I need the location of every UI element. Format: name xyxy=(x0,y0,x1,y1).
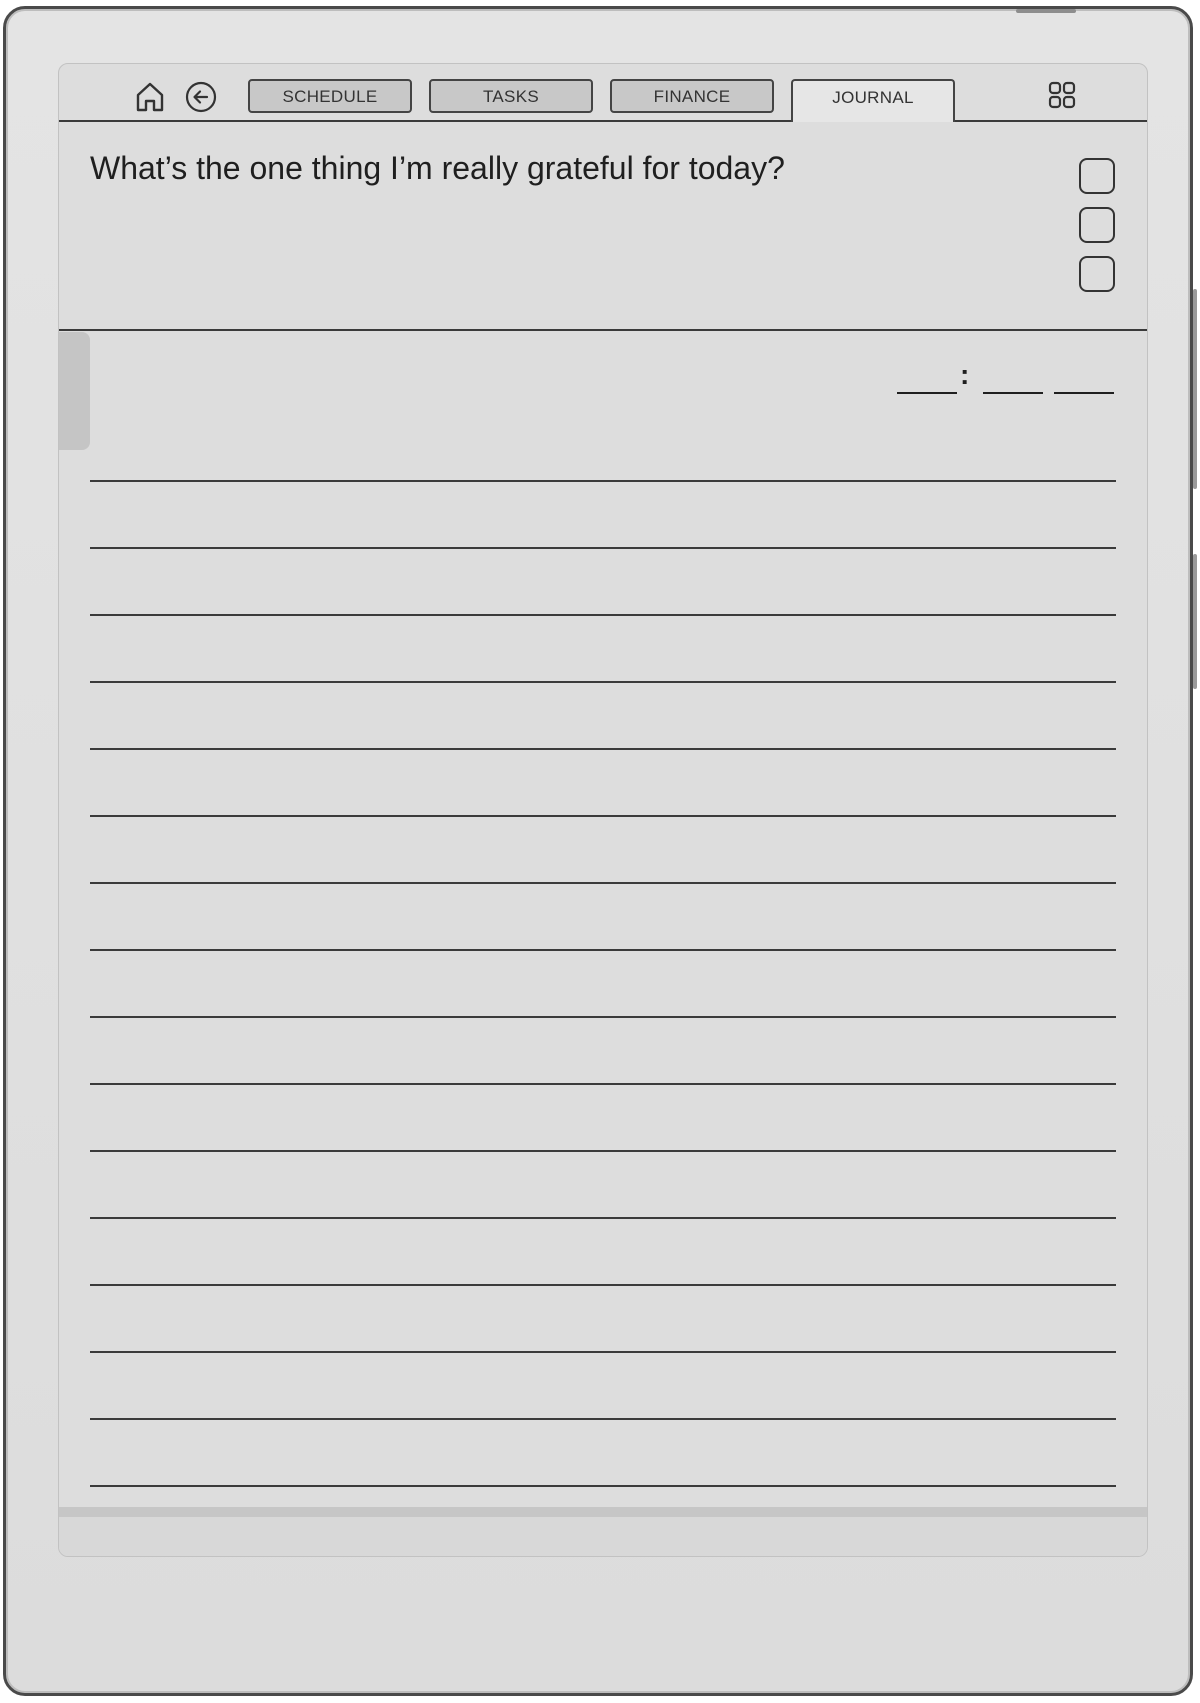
ruled-line xyxy=(90,681,1116,683)
ruled-line xyxy=(90,547,1116,549)
section-divider xyxy=(59,329,1147,331)
bottom-bar xyxy=(59,1507,1147,1556)
tab-finance[interactable]: FINANCE xyxy=(610,79,774,113)
journal-prompt: What’s the one thing I’m really grateful… xyxy=(90,150,785,186)
ruled-line xyxy=(90,1016,1116,1018)
back-arrow-circle-icon[interactable] xyxy=(184,80,218,114)
time-ampm-blank[interactable] xyxy=(1054,392,1114,394)
ruled-line xyxy=(90,1485,1116,1487)
screen: SCHEDULE TASKS FINANCE JOURNAL What’s th… xyxy=(58,63,1148,1557)
checkbox-2[interactable] xyxy=(1079,207,1115,243)
ruled-line xyxy=(90,614,1116,616)
ruled-line xyxy=(90,882,1116,884)
tab-schedule[interactable]: SCHEDULE xyxy=(248,79,412,113)
grid-apps-icon[interactable] xyxy=(1045,78,1079,112)
ruled-line xyxy=(90,1217,1116,1219)
side-drawer-handle[interactable] xyxy=(59,332,90,450)
home-icon[interactable] xyxy=(133,80,167,114)
tab-tasks[interactable]: TASKS xyxy=(429,79,593,113)
ruled-line xyxy=(90,1418,1116,1420)
ruled-line xyxy=(90,815,1116,817)
ruled-line xyxy=(90,1150,1116,1152)
time-hour-blank[interactable] xyxy=(897,392,957,394)
checkbox-3[interactable] xyxy=(1079,256,1115,292)
ruled-line xyxy=(90,1284,1116,1286)
side-button-upper[interactable] xyxy=(1193,289,1197,489)
tab-journal[interactable]: JOURNAL xyxy=(791,79,955,122)
e-reader-device: SCHEDULE TASKS FINANCE JOURNAL What’s th… xyxy=(3,6,1197,1696)
ruled-line xyxy=(90,480,1116,482)
ruled-line xyxy=(90,949,1116,951)
side-button-lower[interactable] xyxy=(1193,554,1197,689)
ruled-line xyxy=(90,1351,1116,1353)
top-toolbar: SCHEDULE TASKS FINANCE JOURNAL xyxy=(59,64,1147,122)
checkbox-1[interactable] xyxy=(1079,158,1115,194)
power-button[interactable] xyxy=(1016,9,1076,13)
ruled-line xyxy=(90,1083,1116,1085)
time-minute-blank[interactable] xyxy=(983,392,1043,394)
ruled-line xyxy=(90,748,1116,750)
time-colon: : xyxy=(960,359,970,390)
